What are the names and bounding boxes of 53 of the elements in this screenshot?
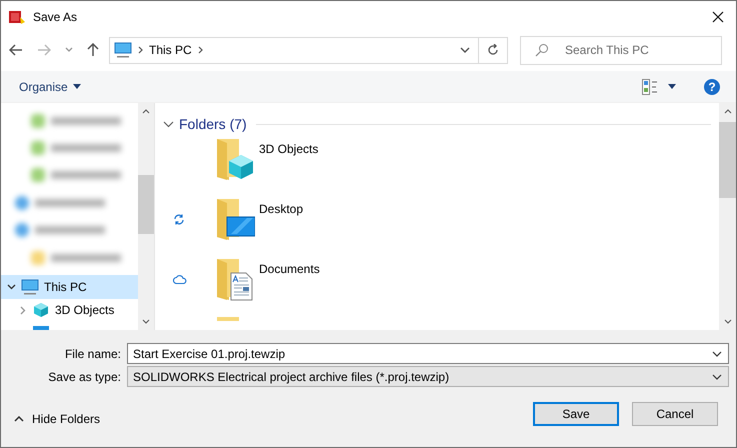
view-options-icon[interactable]: [642, 78, 658, 94]
refresh-button[interactable]: [478, 36, 508, 64]
folder-item[interactable]: Desktop: [215, 197, 304, 241]
dropdown-triangle-icon[interactable]: [668, 84, 676, 89]
dropdown-chevron-icon[interactable]: [712, 350, 722, 356]
up-arrow-icon[interactable]: [87, 43, 99, 57]
folder-document-icon: [215, 257, 255, 301]
breadcrumb-chevron-icon[interactable]: [138, 46, 143, 54]
scroll-down-icon[interactable]: [724, 319, 732, 324]
chevron-up-icon: [14, 416, 24, 422]
search-icon: [535, 43, 549, 57]
scrollbar[interactable]: [719, 103, 736, 330]
save-type-dropdown[interactable]: SOLIDWORKS Electrical project archive files (*.proj.tewzip): [127, 366, 729, 387]
computer-icon: [114, 42, 132, 58]
computer-icon: [21, 278, 39, 295]
scrollbar[interactable]: [138, 103, 154, 330]
nav-tree-item[interactable]: 3D Objects: [1, 298, 138, 322]
expand-chevron-right-icon[interactable]: [18, 306, 27, 315]
scroll-up-icon[interactable]: [142, 109, 150, 114]
back-arrow-icon[interactable]: [9, 44, 23, 56]
dropdown-chevron-icon[interactable]: [460, 47, 470, 53]
search-input[interactable]: Search This PC: [563, 42, 717, 58]
folder-cube-icon: [215, 137, 255, 181]
save-button[interactable]: Save: [533, 402, 619, 426]
cube-icon: [32, 302, 50, 318]
file-name-field[interactable]: Start Exercise 01.proj.tewzip: [127, 343, 729, 364]
dropdown-chevron-icon: [712, 374, 722, 380]
app-icon: [8, 8, 26, 24]
file-name-input[interactable]: Start Exercise 01.proj.tewzip: [133, 346, 712, 360]
collapse-chevron-icon[interactable]: [163, 120, 174, 128]
breadcrumb-item[interactable]: This PC: [149, 43, 192, 57]
folder-monitor-icon: [215, 197, 255, 241]
folder-item[interactable]: 3D Objects: [215, 137, 318, 181]
group-header[interactable]: Folders (7): [163, 113, 711, 135]
dropdown-triangle-icon: [72, 84, 81, 89]
expand-chevron-down-icon[interactable]: [7, 282, 16, 292]
organise-menu-button[interactable]: Organise: [19, 80, 81, 94]
scroll-down-icon[interactable]: [142, 319, 150, 324]
scroll-up-icon[interactable]: [724, 109, 732, 114]
window-title: Save As: [33, 10, 78, 24]
refresh-icon: [487, 44, 499, 56]
hide-folders-button[interactable]: Hide Folders: [14, 412, 100, 426]
chevron-down-icon[interactable]: [65, 47, 73, 53]
breadcrumb-chevron-icon[interactable]: [198, 46, 203, 54]
search-field[interactable]: Search This PC: [520, 36, 722, 64]
file-name-label: File name:: [64, 346, 122, 360]
close-icon[interactable]: [712, 10, 724, 22]
help-button[interactable]: ?: [704, 78, 720, 94]
cancel-button[interactable]: Cancel: [632, 402, 718, 426]
address-bar[interactable]: This PC: [109, 36, 478, 64]
save-type-label: Save as type:: [47, 370, 122, 384]
folder-item[interactable]: Documents: [215, 257, 320, 301]
nav-tree-item[interactable]: This PC: [1, 275, 138, 299]
